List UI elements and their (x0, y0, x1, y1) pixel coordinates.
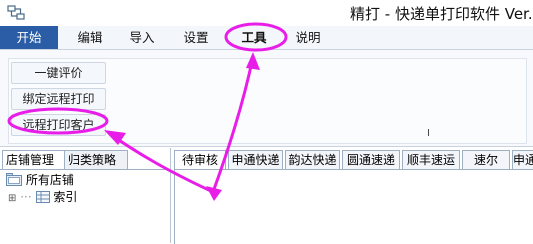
tab-import[interactable]: 导入 (122, 26, 162, 49)
tab-tools[interactable]: 工具 (232, 26, 276, 49)
tab-shop-management[interactable]: 店铺管理 (2, 150, 66, 170)
ribbon-group-tools: 一键评价 绑定远程打印 远程打印客户 (8, 58, 527, 144)
remote-print-client-button[interactable]: 远程打印客户 (11, 114, 106, 136)
shop-panel: 店铺管理 归类策略 所有店铺 ⊞ ··· 索引 (0, 148, 171, 243)
tree-connector: ··· (20, 190, 32, 204)
one-click-review-button[interactable]: 一键评价 (11, 62, 106, 84)
folder-icon (6, 173, 22, 186)
table-icon (35, 191, 50, 203)
window-title: 精打 - 快递单打印软件 Ver. (350, 5, 533, 23)
text-cursor: I (427, 128, 430, 139)
divider (0, 169, 170, 170)
tab-sto-express[interactable]: 申通快递 (228, 150, 283, 170)
tab-pending-review[interactable]: 待审核 (174, 150, 226, 170)
title-bar: 精打 - 快递单打印软件 Ver. (0, 0, 533, 27)
tab-yto-express[interactable]: 圆通速递 (342, 150, 400, 170)
app-logo-icon (7, 5, 25, 20)
tree-row-all-shops[interactable]: 所有店铺 (6, 172, 74, 188)
tab-sto-express-2[interactable]: 申通 (512, 150, 533, 170)
tree-row-index[interactable]: ⊞ ··· 索引 (8, 189, 77, 205)
tree-label-index: 索引 (53, 190, 78, 204)
bind-remote-print-button[interactable]: 绑定远程打印 (11, 88, 106, 110)
tab-help[interactable]: 说明 (288, 26, 328, 49)
tab-start[interactable]: 开始 (0, 26, 58, 49)
order-list-area[interactable] (174, 169, 533, 244)
tab-yunda-express[interactable]: 韵达快递 (285, 150, 340, 170)
ribbon-tab-bar: 开始 编辑 导入 设置 工具 说明 (0, 26, 533, 50)
tree-label-all-shops: 所有店铺 (25, 173, 74, 187)
tab-suer-express[interactable]: 速尔 (462, 150, 510, 170)
order-panel: 待审核 申通快递 韵达快递 圆通速递 顺丰速运 速尔 申通 (172, 148, 533, 244)
tab-edit[interactable]: 编辑 (70, 26, 110, 49)
tab-category-strategy[interactable]: 归类策略 (64, 150, 128, 170)
tab-sf-express[interactable]: 顺丰速运 (402, 150, 460, 170)
ribbon-panel: 一键评价 绑定远程打印 远程打印客户 (0, 50, 533, 147)
tab-settings[interactable]: 设置 (176, 26, 216, 49)
expand-icon[interactable]: ⊞ (8, 193, 16, 204)
